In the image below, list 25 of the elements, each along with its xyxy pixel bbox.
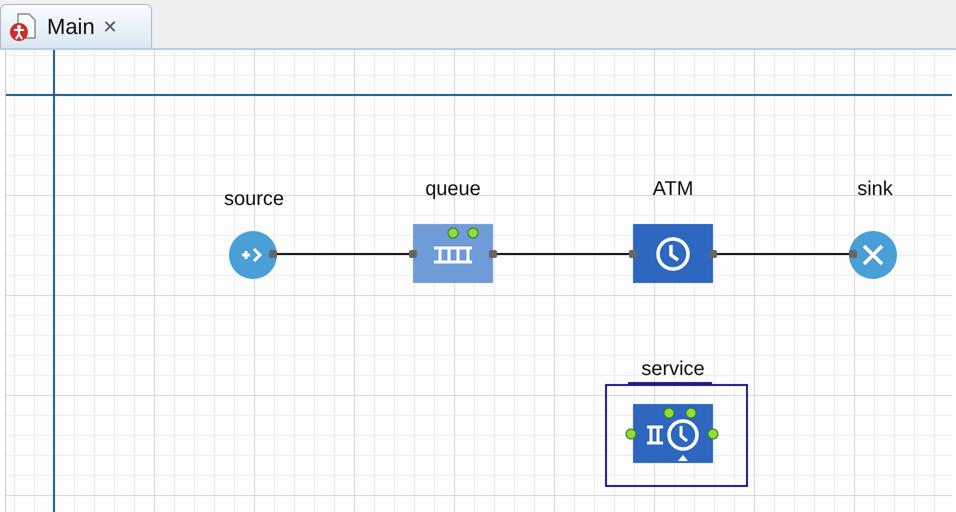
block-label: service bbox=[641, 358, 705, 381]
close-icon[interactable]: ✕ bbox=[102, 16, 118, 38]
service-block[interactable] bbox=[633, 404, 713, 463]
port-square bbox=[269, 250, 277, 258]
clock-icon bbox=[655, 236, 691, 272]
block-label: sink bbox=[857, 178, 893, 201]
block-label: ATM bbox=[652, 178, 694, 201]
close-icon bbox=[862, 244, 884, 266]
port-square bbox=[629, 250, 637, 258]
queue-block[interactable] bbox=[413, 224, 493, 283]
port-square bbox=[489, 250, 497, 258]
source-block[interactable] bbox=[229, 231, 277, 279]
sink-block[interactable] bbox=[849, 231, 897, 279]
port-dot bbox=[708, 428, 718, 440]
block-label: queue bbox=[425, 178, 481, 201]
tab-label: Main bbox=[47, 14, 95, 40]
plus-arrow-icon bbox=[241, 247, 265, 263]
queue-icon bbox=[434, 246, 472, 264]
port-square bbox=[849, 250, 857, 258]
port-square bbox=[709, 250, 717, 258]
editor-tab[interactable]: Main ✕ bbox=[0, 4, 152, 48]
port-dot bbox=[626, 428, 636, 440]
block-label: source bbox=[224, 188, 284, 211]
delay-block[interactable] bbox=[633, 224, 713, 283]
port-square bbox=[409, 250, 417, 258]
